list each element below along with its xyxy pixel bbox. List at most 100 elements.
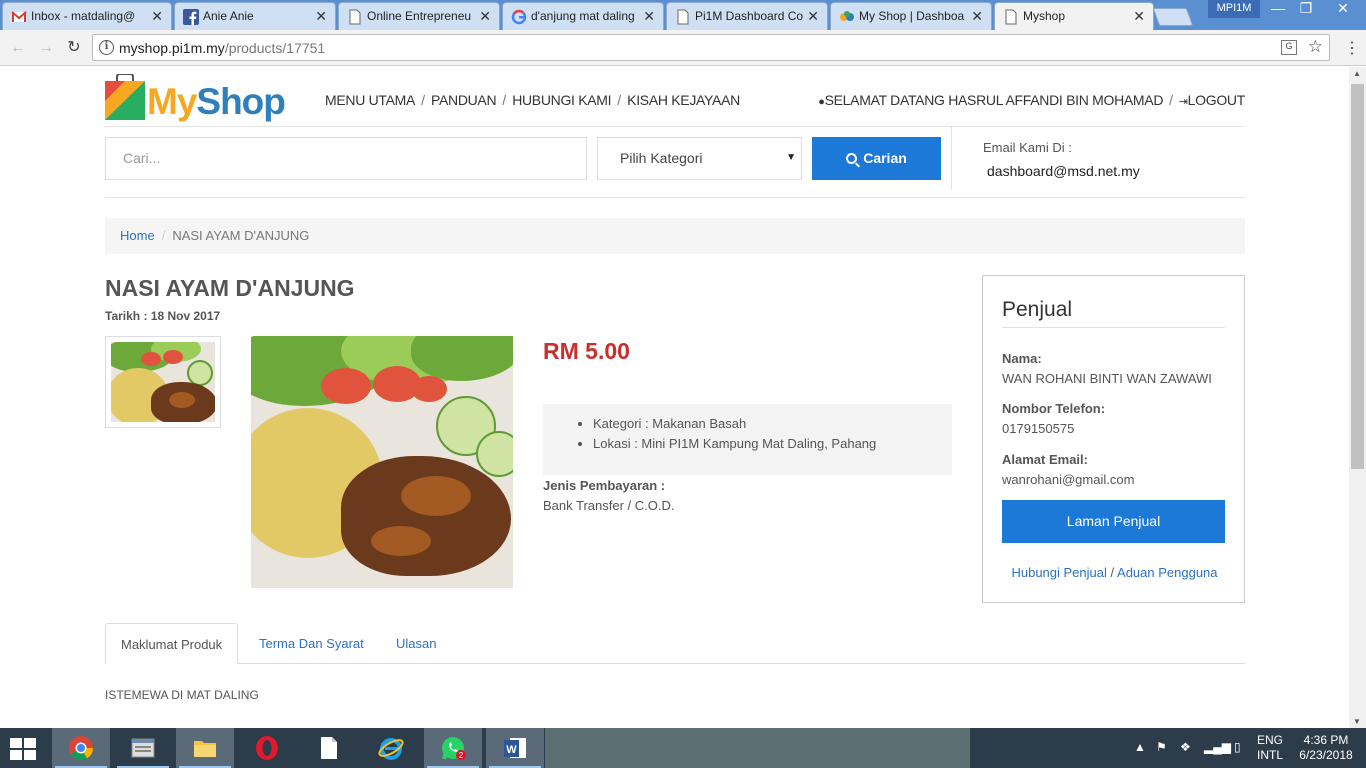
browser-tab-myshop-active[interactable]: Myshop ✕ [994, 2, 1154, 31]
tab-ulasan[interactable]: Ulasan [381, 623, 451, 664]
browser-tab-gmail[interactable]: Inbox - matdaling@ ✕ [2, 2, 172, 30]
payment-type-value: Bank Transfer / C.O.D. [543, 498, 675, 513]
product-description: ISTEMEWA DI MAT DALING [105, 688, 259, 702]
seller-name-label: Nama: [1002, 351, 1042, 366]
taskbar-app-manager[interactable] [114, 728, 172, 768]
browser-tab-online-entrepreneur[interactable]: Online Entrepreneu ✕ [338, 2, 500, 30]
translate-icon[interactable]: G [1281, 40, 1297, 55]
close-tab-icon[interactable]: ✕ [151, 8, 163, 25]
window-close-icon[interactable]: ✕ [1320, 0, 1366, 20]
nav-hubungi-kami[interactable]: HUBUNGI KAMI [512, 92, 611, 108]
contact-email-value[interactable]: dashboard@msd.net.my [987, 163, 1140, 179]
product-category: Kategori : Makanan Basah [593, 416, 952, 431]
scroll-down-arrow-icon[interactable]: ▼ [1353, 717, 1361, 726]
search-input[interactable]: Cari... [105, 137, 587, 180]
nav-separator: / [617, 92, 622, 108]
seller-panel: Penjual Nama: WAN ROHANI BINTI WAN ZAWAW… [982, 275, 1245, 603]
browser-toolbar: ← → ↻ i myshop.pi1m.my/products/17751 G … [0, 30, 1366, 66]
taskbar-file-explorer[interactable] [176, 728, 234, 768]
scroll-thumb[interactable] [1351, 84, 1364, 469]
input-language[interactable]: ENG INTL [1257, 733, 1283, 763]
page-icon [677, 9, 689, 25]
user-complaint-link[interactable]: Aduan Pengguna [1117, 565, 1217, 580]
url-text[interactable]: myshop.pi1m.my/products/17751 [119, 40, 325, 56]
tomato-shape [163, 350, 183, 364]
nav-menu-utama[interactable]: MENU UTAMA [325, 92, 415, 108]
contact-seller-link[interactable]: Hubungi Penjual [1011, 565, 1106, 580]
cucumber-shape [476, 431, 513, 477]
shopping-bag-logo-icon [105, 74, 145, 120]
action-flag-icon[interactable]: ⚑ [1156, 740, 1167, 754]
close-tab-icon[interactable]: ✕ [1133, 8, 1145, 25]
dropbox-icon[interactable]: ❖ [1180, 740, 1191, 754]
search-button[interactable]: Carian [812, 137, 941, 180]
product-info-box: Kategori : Makanan Basah Lokasi : Mini P… [543, 404, 952, 475]
browser-profile-badge[interactable]: MPI1M [1208, 0, 1260, 18]
system-clock[interactable]: 4:36 PM 6/23/2018 [1296, 733, 1356, 763]
windows-start-icon[interactable] [10, 738, 38, 760]
category-select[interactable]: Pilih Kategori ▼ [597, 137, 802, 180]
header-divider [105, 126, 1245, 127]
seller-heading-divider [1002, 327, 1225, 328]
back-arrow-icon[interactable]: ← [8, 38, 28, 58]
show-hidden-icons-icon[interactable]: ▲ [1134, 740, 1146, 754]
close-tab-icon[interactable]: ✕ [807, 8, 819, 25]
seller-name: WAN ROHANI BINTI WAN ZAWAWI [1002, 371, 1212, 386]
reload-icon[interactable]: ↻ [64, 38, 84, 58]
close-tab-icon[interactable]: ✕ [643, 8, 655, 25]
taskbar-chrome[interactable] [52, 728, 110, 768]
new-tab-button[interactable] [1152, 8, 1194, 26]
food-thumbnail-image [111, 342, 215, 422]
taskbar-word[interactable]: W [486, 728, 544, 768]
tab-title: Pi1M Dashboard Co [695, 9, 804, 23]
bookmark-star-icon[interactable]: ☆ [1308, 37, 1323, 57]
tab-title: My Shop | Dashboa [859, 9, 965, 23]
breadcrumb-home[interactable]: Home [120, 228, 155, 243]
chicken-shape [341, 456, 511, 576]
maximize-icon[interactable]: ❐ [1292, 0, 1320, 20]
scroll-up-arrow-icon[interactable]: ▲ [1353, 69, 1361, 78]
seller-page-button[interactable]: Laman Penjual [1002, 500, 1225, 543]
taskbar-whatsapp[interactable]: 2 [424, 728, 482, 768]
close-tab-icon[interactable]: ✕ [315, 8, 327, 25]
tomato-shape [141, 352, 161, 366]
seller-phone: 0179150575 [1002, 421, 1075, 436]
taskbar-opera[interactable] [238, 728, 296, 768]
nav-panduan[interactable]: PANDUAN [431, 92, 497, 108]
app-window-icon [131, 738, 155, 758]
tab-terma-dan-syarat[interactable]: Terma Dan Syarat [244, 623, 379, 664]
product-price: RM 5.00 [543, 338, 630, 364]
minimize-icon[interactable]: — [1264, 0, 1292, 20]
dropdown-caret-icon: ▼ [786, 152, 796, 163]
close-tab-icon[interactable]: ✕ [479, 8, 491, 25]
close-tab-icon[interactable]: ✕ [971, 8, 983, 25]
welcome-text[interactable]: SELAMAT DATANG HASRUL AFFANDI BIN MOHAMA… [825, 92, 1164, 108]
browser-tab-pi1m-dashboard[interactable]: Pi1M Dashboard Co ✕ [666, 2, 828, 30]
tab-maklumat-produk[interactable]: Maklumat Produk [105, 623, 239, 664]
nav-kisah-kejayaan[interactable]: KISAH KEJAYAAN [627, 92, 740, 108]
product-main-image[interactable] [251, 336, 513, 588]
product-thumbnail[interactable] [105, 336, 221, 428]
browser-tab-myshop-dashboard[interactable]: My Shop | Dashboa ✕ [830, 2, 992, 30]
address-bar[interactable]: i myshop.pi1m.my/products/17751 G ☆ [92, 34, 1330, 61]
seller-phone-label: Nombor Telefon: [1002, 401, 1106, 416]
logout-link[interactable]: LOGOUT [1188, 92, 1246, 108]
browser-menu-icon[interactable]: ⋮ [1344, 38, 1360, 58]
nav-separator: / [1169, 92, 1173, 108]
taskbar-internet-explorer[interactable] [362, 728, 420, 768]
info-icon[interactable]: i [99, 40, 114, 55]
network-signal-icon[interactable]: ▂▄▆ [1204, 740, 1231, 754]
forward-arrow-icon[interactable]: → [36, 38, 56, 58]
product-location: Lokasi : Mini PI1M Kampung Mat Daling, P… [593, 436, 952, 451]
battery-icon[interactable]: ▯ [1234, 740, 1241, 754]
tomato-shape [321, 368, 371, 404]
browser-tab-facebook[interactable]: Anie Anie ✕ [174, 2, 336, 30]
browser-tab-google-search[interactable]: d'anjung mat daling ✕ [502, 2, 664, 30]
taskbar-document[interactable] [300, 728, 358, 768]
myshop-logo[interactable]: MyShop [105, 71, 286, 123]
logo-wordmark: MyShop [147, 81, 286, 123]
page-scrollbar[interactable]: ▲ ▼ [1349, 67, 1366, 728]
page-icon [349, 9, 361, 25]
product-date: Tarikh : 18 Nov 2017 [105, 309, 221, 323]
whatsapp-icon: 2 [442, 737, 466, 760]
